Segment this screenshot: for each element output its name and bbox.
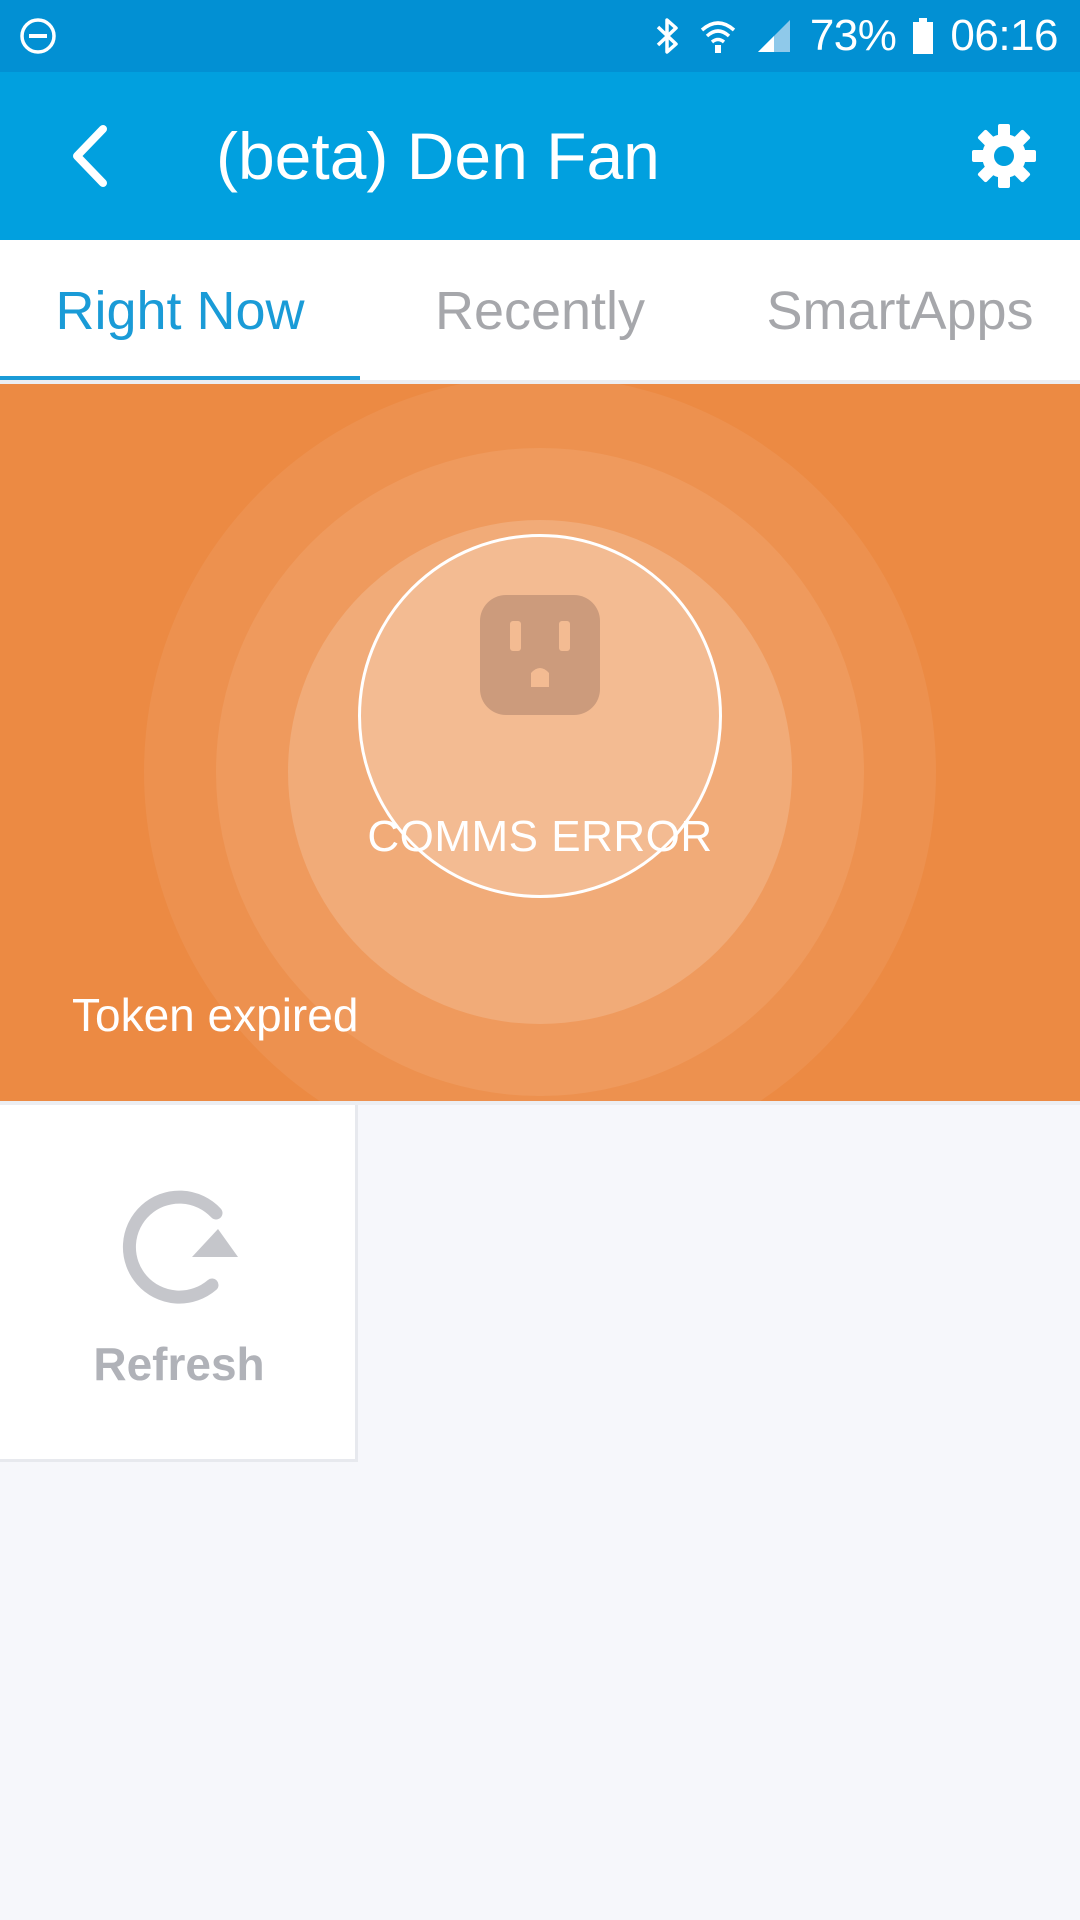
device-status-message: Token expired [72,989,359,1041]
device-status-panel: COMMS ERROR Token expired [0,384,1080,1101]
tab-smartapps[interactable]: SmartApps [720,240,1080,382]
status-bar: 73% 06:16 [0,0,1080,72]
refresh-icon [122,1190,238,1304]
app-bar: (beta) Den Fan [0,72,1080,240]
tab-bar: Right Now Recently SmartApps [0,240,1080,382]
refresh-label: Refresh [93,1338,265,1390]
settings-button[interactable] [956,108,1052,204]
outlet-icon [480,595,600,715]
device-state-label: COMMS ERROR [367,812,713,861]
wifi-icon [700,21,735,53]
dnd-icon [20,18,56,54]
refresh-tile[interactable]: Refresh [0,1105,358,1462]
clock: 06:16 [950,11,1058,60]
signal-icon [757,20,790,52]
battery-icon [913,18,934,54]
bluetooth-icon [656,18,678,54]
battery-percent: 73% [809,11,897,60]
back-button[interactable] [44,110,136,202]
back-arrow-icon [73,125,107,187]
tab-recently[interactable]: Recently [360,240,720,382]
tab-right-now[interactable]: Right Now [0,240,360,382]
gear-icon [972,124,1036,188]
page-title: (beta) Den Fan [216,119,660,193]
